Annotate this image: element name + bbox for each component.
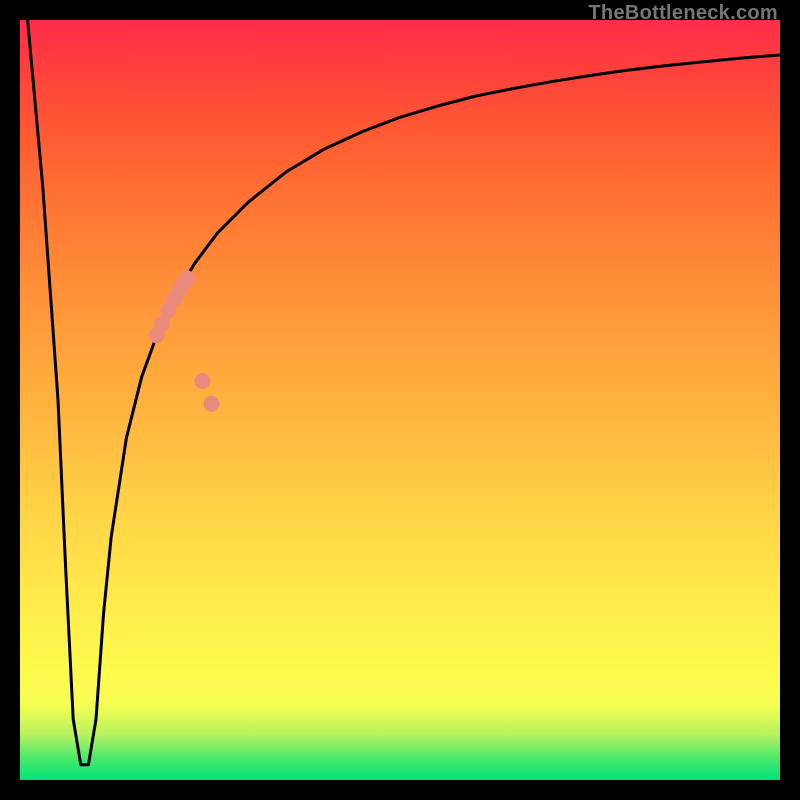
highlight-dot xyxy=(154,316,170,332)
bottleneck-curve xyxy=(28,20,780,765)
highlight-dots xyxy=(149,270,220,411)
curve-svg xyxy=(20,20,780,780)
chart-frame: TheBottleneck.com xyxy=(0,0,800,800)
highlight-dot xyxy=(204,396,220,412)
highlight-dot xyxy=(194,373,210,389)
highlight-dot xyxy=(179,270,195,286)
watermark-text: TheBottleneck.com xyxy=(588,2,778,25)
plot-area xyxy=(20,20,780,780)
